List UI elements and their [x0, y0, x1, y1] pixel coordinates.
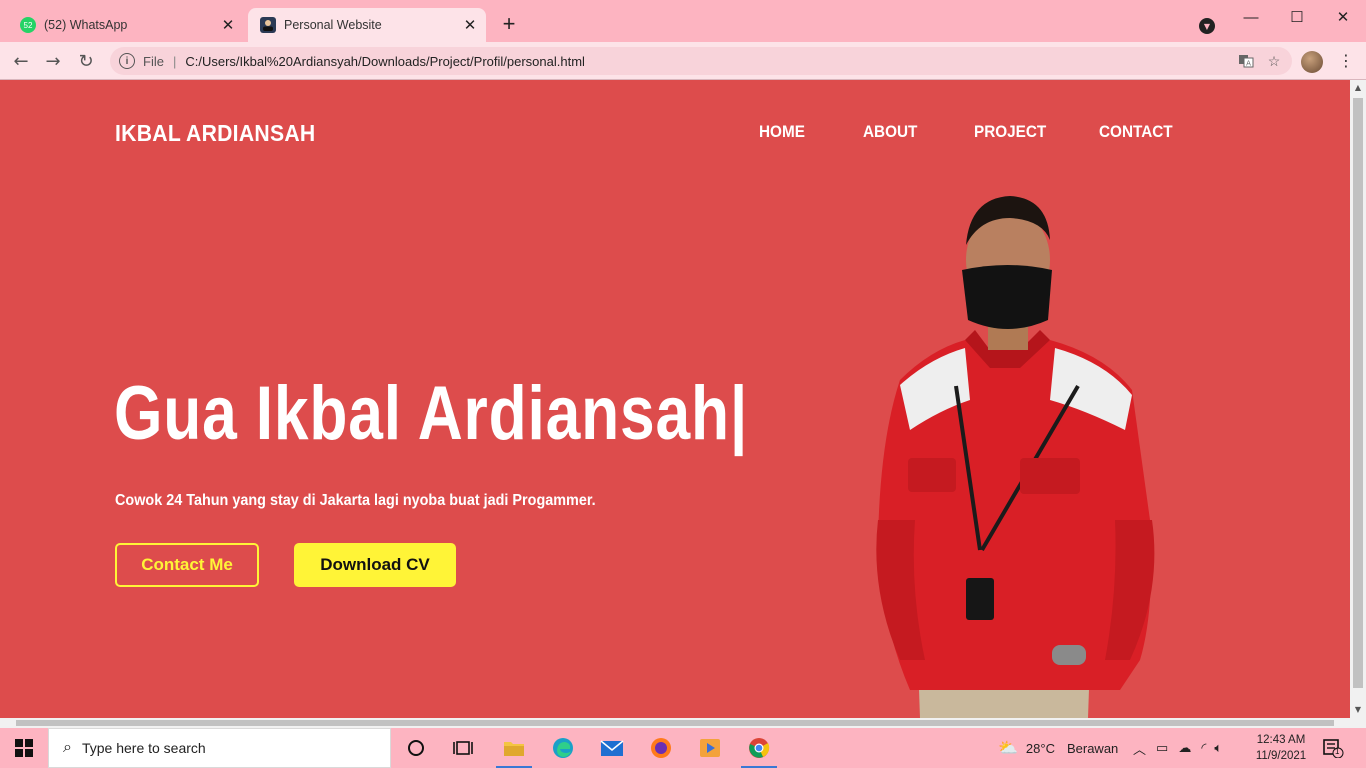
- nav-about[interactable]: ABOUT: [863, 122, 917, 142]
- back-icon[interactable]: ←: [9, 49, 33, 73]
- browser-chrome: 52 (52) WhatsApp ✕ Personal Website ✕ + …: [0, 0, 1366, 80]
- file-explorer-icon[interactable]: [492, 732, 536, 768]
- translate-icon[interactable]: A: [1236, 51, 1256, 71]
- profile-photo: [876, 196, 1155, 718]
- mail-icon[interactable]: [590, 732, 634, 764]
- scroll-down-icon[interactable]: ▼: [1350, 702, 1366, 718]
- cortana-icon[interactable]: [394, 732, 438, 764]
- page-viewport: IKBAL ARDIANSAH HOME ABOUT PROJECT CONTA…: [0, 80, 1350, 718]
- tab-search-icon[interactable]: ▼: [1199, 18, 1215, 34]
- clock-date: 11/9/2021: [1255, 750, 1307, 762]
- volume-icon[interactable]: 🔈︎: [1214, 740, 1222, 756]
- media-player-icon[interactable]: [688, 732, 732, 764]
- clock-time: 12:43 AM: [1256, 734, 1306, 746]
- search-icon: ⌕: [63, 739, 72, 756]
- hscrollbar-thumb[interactable]: [16, 720, 1334, 726]
- address-separator: |: [172, 53, 177, 69]
- tab-title: Personal Website: [284, 18, 382, 32]
- horizontal-scrollbar[interactable]: [0, 718, 1366, 728]
- menu-kebab-icon[interactable]: ⋮: [1336, 50, 1356, 72]
- contact-me-button[interactable]: Contact Me: [115, 543, 259, 587]
- weather-temp: 28°C: [1025, 740, 1055, 756]
- task-view-icon[interactable]: [441, 732, 485, 764]
- new-tab-button[interactable]: +: [498, 13, 520, 36]
- notification-icon[interactable]: 1: [1322, 738, 1344, 759]
- edge-icon[interactable]: [541, 732, 585, 764]
- taskbar-clock[interactable]: 12:43 AM 11/9/2021: [1250, 732, 1312, 764]
- hero-title: Gua Ikbal Ardiansah|: [114, 371, 749, 456]
- vertical-scrollbar[interactable]: ▲ ▼: [1350, 80, 1366, 718]
- close-tab-icon[interactable]: ✕: [460, 15, 480, 35]
- person-icon: [260, 17, 276, 33]
- scroll-up-icon[interactable]: ▲: [1350, 80, 1366, 96]
- chevron-up-icon[interactable]: ︿: [1133, 739, 1146, 758]
- taskbar-search[interactable]: ⌕ Type here to search: [48, 728, 391, 768]
- notification-count: 1: [1335, 747, 1340, 756]
- browser-toolbar: ← → ↻ i File | C:/Users/Ikbal%20Ardiansy…: [0, 42, 1366, 80]
- taskbar: ⌕ Type here to search ⛅ 28°C Berawan ︿ ▭…: [0, 728, 1366, 768]
- tab-whatsapp[interactable]: 52 (52) WhatsApp ✕: [8, 8, 244, 42]
- weather-cloud-icon: ⛅: [998, 740, 1018, 757]
- download-cv-button[interactable]: Download CV: [294, 543, 456, 587]
- nav-contact[interactable]: CONTACT: [1099, 122, 1173, 142]
- forward-icon[interactable]: →: [41, 49, 65, 73]
- firefox-icon[interactable]: [639, 732, 683, 764]
- maximize-button[interactable]: ☐: [1274, 4, 1320, 30]
- site-brand[interactable]: IKBAL ARDIANSAH: [115, 120, 315, 147]
- windows-start-icon[interactable]: [0, 728, 48, 768]
- onedrive-cloud-icon[interactable]: ☁: [1178, 740, 1191, 756]
- search-placeholder: Type here to search: [81, 740, 206, 756]
- address-url[interactable]: C:/Users/Ikbal%20Ardiansyah/Downloads/Pr…: [185, 54, 1236, 69]
- wifi-icon[interactable]: ◜: [1201, 740, 1206, 756]
- address-bar[interactable]: i File | C:/Users/Ikbal%20Ardiansyah/Dow…: [110, 47, 1292, 75]
- scrollbar-thumb[interactable]: [1353, 98, 1363, 688]
- hero-subtitle: Cowok 24 Tahun yang stay di Jakarta lagi…: [115, 492, 596, 509]
- close-tab-icon[interactable]: ✕: [218, 15, 238, 35]
- info-icon[interactable]: i: [119, 53, 135, 69]
- tab-personal-website[interactable]: Personal Website ✕: [248, 8, 486, 42]
- chrome-icon[interactable]: [737, 732, 781, 768]
- weather-widget[interactable]: ⛅ 28°C Berawan: [998, 728, 1118, 768]
- tab-strip: 52 (52) WhatsApp ✕ Personal Website ✕ + …: [0, 0, 1366, 42]
- reload-icon[interactable]: ↻: [74, 49, 98, 73]
- weather-condition: Berawan: [1066, 740, 1119, 756]
- profile-avatar[interactable]: [1301, 51, 1323, 73]
- minimize-button[interactable]: —: [1228, 4, 1274, 30]
- whatsapp-icon: 52: [20, 17, 36, 33]
- bookmark-star-icon[interactable]: ☆: [1264, 51, 1284, 71]
- battery-icon[interactable]: ▭: [1156, 740, 1168, 756]
- close-window-button[interactable]: ✕: [1320, 4, 1366, 30]
- tab-title: (52) WhatsApp: [44, 18, 128, 32]
- nav-project[interactable]: PROJECT: [974, 122, 1046, 142]
- svg-text:A: A: [1246, 60, 1251, 68]
- system-tray: ︿ ▭ ☁ ◜ 🔈︎: [1133, 728, 1222, 768]
- address-scheme: File: [143, 53, 164, 69]
- nav-home[interactable]: HOME: [759, 122, 805, 142]
